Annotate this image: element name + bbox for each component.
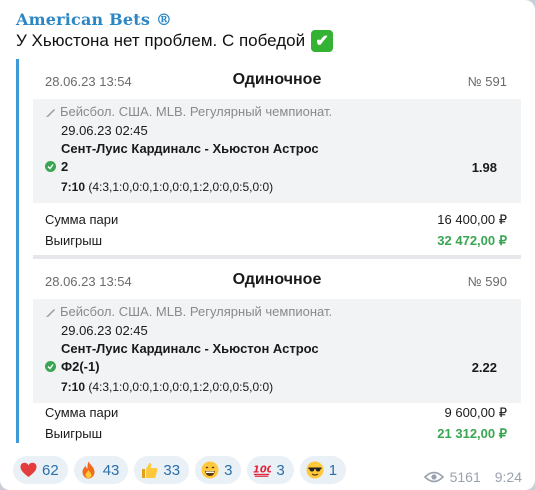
- message-text: У Хьюстона нет проблем. С победой ✔: [16, 30, 334, 52]
- channel-name[interactable]: American Bets ®: [16, 10, 172, 29]
- reaction-count: 1: [328, 461, 338, 479]
- reactions-bar: 62 43 33 3 100 3 1: [13, 456, 347, 484]
- reaction-heart[interactable]: 62: [13, 456, 68, 484]
- pen-icon: [46, 308, 55, 317]
- sunglasses-icon: [306, 461, 324, 479]
- reaction-hundred[interactable]: 100 3: [247, 456, 294, 484]
- bet-slip: 28.06.23 13:54 Одиночное № 590 Бейсбол. …: [33, 259, 521, 443]
- event-score: 7:10 (4:3,1:0,0:0,1:0,0:0,1:2,0:0,0:5,0:…: [61, 380, 273, 394]
- pick-label: Ф2(-1): [61, 359, 100, 374]
- win-row: Выигрыш 32 472,00 ₽: [45, 233, 507, 248]
- slip-event: Бейсбол. США. MLB. Регулярный чемпионат.…: [33, 299, 521, 403]
- win-label: Выигрыш: [45, 233, 103, 248]
- reaction-count: 3: [276, 461, 285, 479]
- reaction-count: 3: [224, 461, 233, 479]
- stake-value: 9 600,00 ₽: [444, 405, 508, 420]
- league-label: Бейсбол. США. MLB. Регулярный чемпионат.: [60, 304, 333, 319]
- slip-number: № 591: [467, 74, 507, 89]
- event-teams: Сент-Луис Кардиналс - Хьюстон Астрос: [61, 141, 319, 156]
- message-meta: 5161 9:24: [423, 469, 522, 485]
- slip-type: Одиночное: [232, 271, 322, 288]
- reaction-count: 33: [163, 461, 181, 479]
- event-date: 29.06.23 02:45: [61, 123, 148, 138]
- reaction-fire[interactable]: 43: [73, 456, 129, 484]
- event-odds: 2.22: [471, 360, 497, 375]
- thumbs-up-icon: [140, 461, 158, 479]
- win-row: Выигрыш 21 312,00 ₽: [45, 426, 507, 441]
- win-check-icon: [45, 361, 56, 372]
- message-time: 9:24: [494, 469, 522, 485]
- hundred-icon: 100: [253, 461, 271, 479]
- event-pick: Ф2(-1): [45, 359, 100, 374]
- message-body: У Хьюстона нет проблем. С победой: [16, 31, 306, 50]
- reaction-grin[interactable]: 3: [195, 456, 242, 484]
- event-teams: Сент-Луис Кардиналс - Хьюстон Астрос: [61, 341, 319, 356]
- fire-icon: [80, 461, 98, 479]
- slip-header: 28.06.23 13:54 Одиночное № 591: [33, 59, 521, 99]
- pen-icon: [46, 108, 55, 117]
- slip-header: 28.06.23 13:54 Одиночное № 590: [33, 259, 521, 299]
- score-main: 7:10: [61, 380, 86, 394]
- score-detail: (4:3,1:0,0:0,1:0,0:0,1:2,0:0,0:5,0:0): [88, 380, 274, 394]
- event-pick: 2: [45, 159, 68, 174]
- slip-number: № 590: [467, 274, 507, 289]
- pick-label: 2: [61, 159, 69, 174]
- reaction-count: 43: [102, 461, 120, 479]
- win-check-icon: [45, 161, 56, 172]
- message-bubble: American Bets ® У Хьюстона нет проблем. …: [0, 0, 535, 490]
- slip-event: Бейсбол. США. MLB. Регулярный чемпионат.…: [33, 99, 521, 203]
- win-value: 21 312,00 ₽: [437, 426, 507, 441]
- stake-label: Сумма пари: [45, 405, 119, 420]
- heart-icon: [19, 461, 37, 479]
- stake-value: 16 400,00 ₽: [437, 212, 507, 227]
- reaction-count: 62: [42, 461, 59, 479]
- event-league: Бейсбол. США. MLB. Регулярный чемпионат.: [45, 104, 332, 119]
- stake-row: Сумма пари 9 600,00 ₽: [45, 405, 507, 420]
- win-value: 32 472,00 ₽: [437, 233, 507, 248]
- bet-slips-image[interactable]: 28.06.23 13:54 Одиночное № 591 Бейсбол. …: [16, 59, 524, 443]
- slip-type: Одиночное: [232, 71, 322, 88]
- reaction-sunglasses[interactable]: 1: [299, 456, 347, 484]
- grin-icon: [201, 461, 219, 479]
- event-date: 29.06.23 02:45: [61, 323, 148, 338]
- check-mark-icon: ✔: [311, 30, 334, 52]
- view-count: 5161: [449, 469, 481, 485]
- event-score: 7:10 (4:3,1:0,0:0,1:0,0:0,1:2,0:0,0:5,0:…: [61, 180, 273, 194]
- event-odds: 1.98: [471, 160, 497, 175]
- score-detail: (4:3,1:0,0:0,1:0,0:0,1:2,0:0,0:5,0:0): [88, 180, 274, 194]
- win-label: Выигрыш: [45, 426, 103, 441]
- event-league: Бейсбол. США. MLB. Регулярный чемпионат.: [45, 304, 332, 319]
- reaction-thumbs-up[interactable]: 33: [134, 456, 190, 484]
- stake-row: Сумма пари 16 400,00 ₽: [45, 212, 507, 227]
- bet-slip: 28.06.23 13:54 Одиночное № 591 Бейсбол. …: [33, 59, 521, 255]
- eye-icon: [423, 471, 444, 483]
- league-label: Бейсбол. США. MLB. Регулярный чемпионат.: [60, 104, 333, 119]
- stake-label: Сумма пари: [45, 212, 119, 227]
- score-main: 7:10: [61, 180, 86, 194]
